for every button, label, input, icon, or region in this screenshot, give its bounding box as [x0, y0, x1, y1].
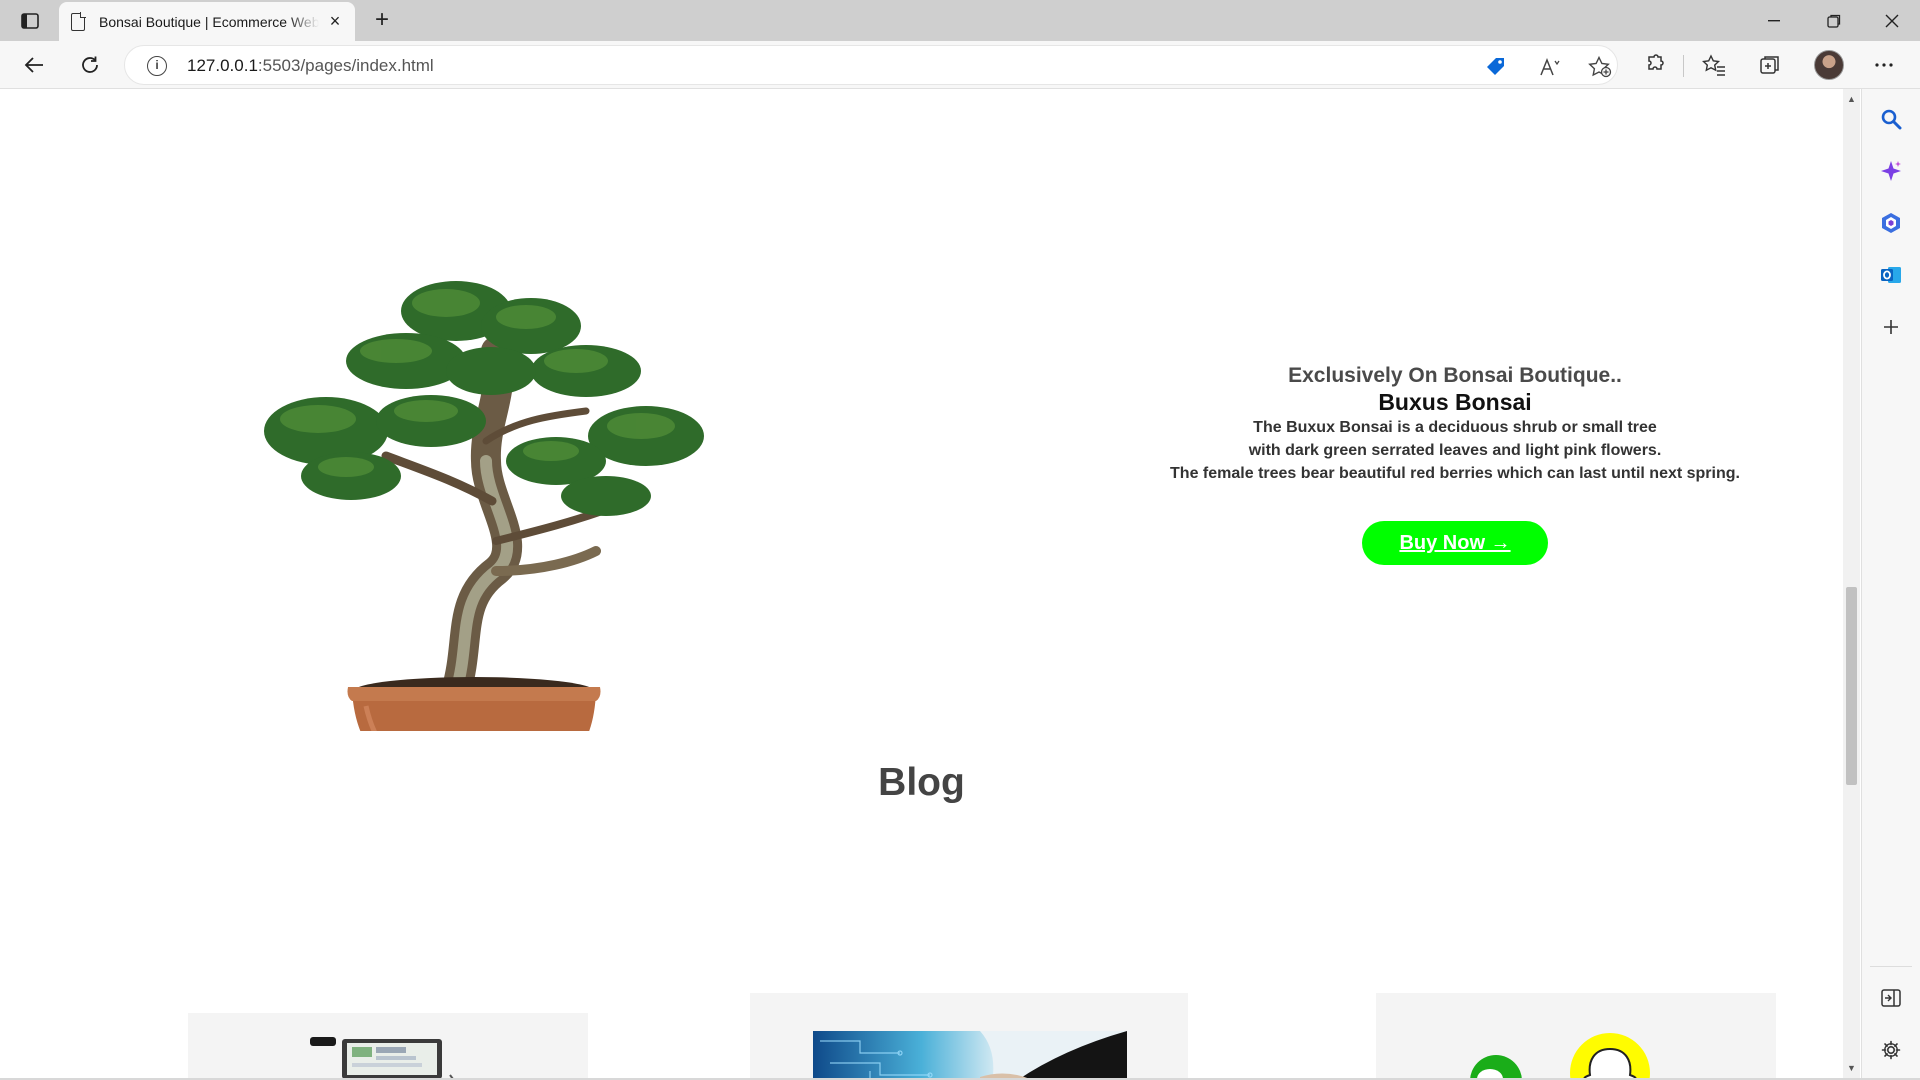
profile-avatar[interactable] [1814, 50, 1844, 80]
office-icon[interactable] [1877, 209, 1905, 237]
hero-content: Exclusively On Bonsai Boutique.. Buxus B… [1135, 363, 1775, 565]
tab-bar: Bonsai Boutique | Ecommerce Website × + [0, 0, 1920, 41]
toolbar-divider [1683, 55, 1684, 77]
scrollbar-thumb[interactable] [1846, 587, 1857, 785]
new-tab-button[interactable]: + [368, 6, 396, 34]
info-icon[interactable]: i [147, 56, 167, 76]
blog-social-apps-image [1470, 1033, 1650, 1080]
edge-sidebar [1861, 89, 1920, 1080]
hero-kicker: Exclusively On Bonsai Boutique.. [1288, 364, 1622, 387]
page-viewport: Exclusively On Bonsai Boutique.. Buxus B… [0, 89, 1843, 1080]
url-text: 127.0.0.1:5503/pages/index.html [187, 56, 434, 76]
search-icon[interactable] [1877, 105, 1905, 133]
browser-toolbar: i 127.0.0.1:5503/pages/index.html [0, 41, 1920, 89]
add-favorite-icon[interactable] [1587, 54, 1613, 80]
tab-close-button[interactable]: × [325, 11, 345, 31]
restore-button[interactable] [1806, 0, 1862, 41]
scroll-down-icon[interactable]: ▼ [1846, 1062, 1857, 1074]
more-icon[interactable] [1868, 49, 1900, 81]
read-aloud-icon[interactable] [1537, 54, 1563, 80]
blog-card-3[interactable] [1376, 993, 1776, 1080]
url-host: 127.0.0.1 [187, 56, 258, 75]
tab-actions-icon[interactable] [14, 8, 46, 34]
hero-description-line-1: The Buxux Bonsai is a deciduous shrub or… [1253, 419, 1657, 436]
extensions-icon[interactable] [1638, 49, 1670, 81]
add-icon[interactable] [1877, 313, 1905, 341]
back-icon[interactable] [18, 49, 50, 81]
refresh-icon[interactable] [74, 49, 106, 81]
bonsai-image [256, 251, 736, 773]
close-window-button[interactable] [1864, 0, 1920, 41]
hero-description-line-3: The female trees bear beautiful red berr… [1170, 465, 1740, 482]
blog-card-1[interactable] [188, 1013, 588, 1080]
hide-sidebar-icon[interactable] [1877, 984, 1905, 1012]
hero-title: Buxus Bonsai [1378, 389, 1532, 415]
tab-title: Bonsai Boutique | Ecommerce Website [99, 13, 319, 30]
hero-description-line-2: with dark green serrated leaves and ligh… [1248, 442, 1662, 459]
url-path: :5503/pages/index.html [257, 56, 434, 75]
settings-icon[interactable] [1877, 1036, 1905, 1064]
address-bar[interactable]: i 127.0.0.1:5503/pages/index.html [124, 45, 1618, 85]
sidebar-divider [1870, 966, 1912, 967]
scroll-up-icon[interactable]: ▲ [1846, 93, 1857, 105]
blog-card-2[interactable] [750, 993, 1188, 1080]
buy-now-button[interactable]: Buy Now → [1362, 521, 1548, 565]
tag-icon[interactable] [1483, 54, 1509, 80]
outlook-icon[interactable] [1877, 261, 1905, 289]
browser-tab[interactable]: Bonsai Boutique | Ecommerce Website × [59, 2, 355, 41]
copilot-icon[interactable] [1877, 157, 1905, 185]
page-icon [71, 12, 86, 31]
blog-laptop-image [310, 1037, 455, 1080]
collections-icon[interactable] [1754, 49, 1786, 81]
blog-heading: Blog [878, 761, 965, 804]
favorites-icon[interactable] [1698, 49, 1730, 81]
minimize-button[interactable] [1746, 0, 1802, 41]
blog-handshake-image [813, 1031, 1127, 1080]
page-scrollbar[interactable]: ▲ ▼ [1843, 89, 1860, 1080]
